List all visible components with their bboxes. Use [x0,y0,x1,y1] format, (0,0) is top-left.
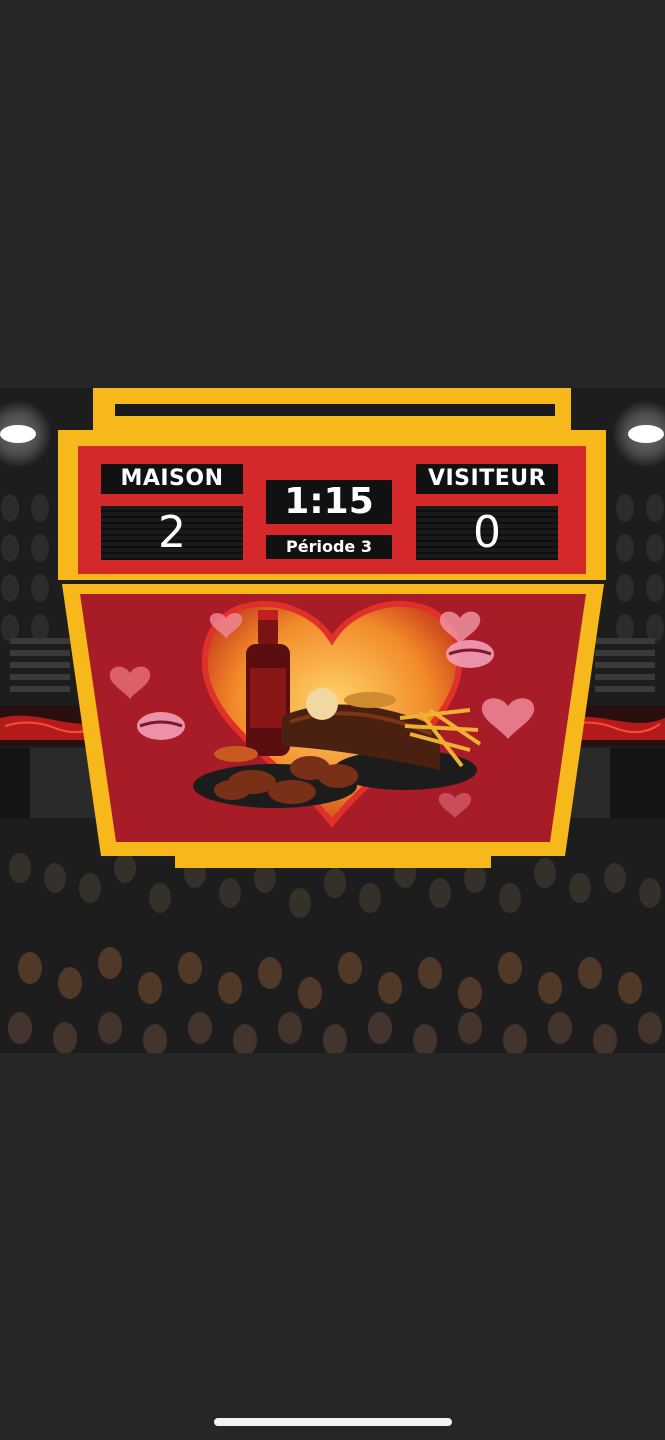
home-label: MAISON [101,464,243,494]
promo-image: MAISON 2 1:15 Période 3 VISITEUR 0 [0,388,665,1053]
game-clock: 1:15 [266,480,392,524]
period-indicator: Période 3 [266,535,392,559]
away-score: 0 [416,506,558,560]
home-score: 2 [101,506,243,560]
home-indicator[interactable] [214,1418,452,1426]
away-label: VISITEUR [416,464,558,494]
